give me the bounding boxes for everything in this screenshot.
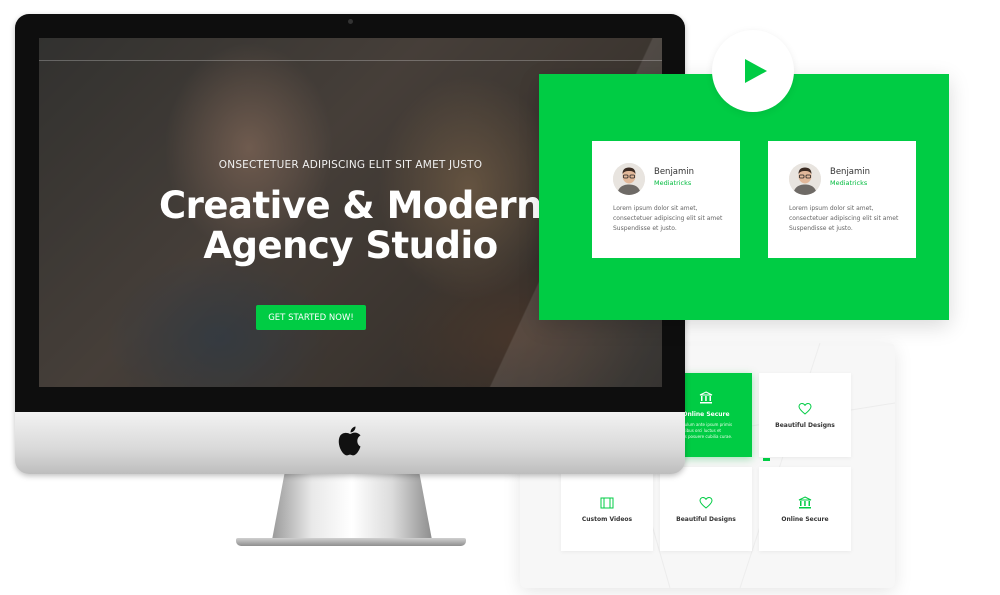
bank-icon — [699, 390, 713, 403]
imac-chin — [15, 412, 685, 474]
apple-logo-icon — [338, 426, 361, 456]
quote-line: Suspendisse et justo. — [613, 225, 677, 232]
feature-tile-beautiful-designs[interactable]: Beautiful Designs — [759, 373, 851, 457]
quote-line: Lorem ipsum dolor sit amet, — [789, 205, 874, 212]
avatar — [613, 163, 645, 195]
testimonial-card: Benjamin Mediatricks Lorem ipsum dolor s… — [592, 141, 740, 258]
quote-line: Suspendisse et justo. — [789, 225, 853, 232]
heart-icon — [699, 496, 713, 509]
feature-tile-online-secure-2[interactable]: Online Secure — [759, 467, 851, 551]
feature-tile-custom-videos[interactable]: Custom Videos — [561, 467, 653, 551]
feature-tile-label: Online Secure — [781, 515, 829, 523]
heart-icon — [798, 402, 812, 415]
avatar-photo — [613, 163, 645, 195]
imac-stand-foot — [236, 538, 466, 546]
avatar — [789, 163, 821, 195]
feature-tile-label: Beautiful Designs — [676, 515, 736, 523]
feature-tile-label: Custom Videos — [581, 515, 633, 523]
quote-line: consectetuer adipiscing elit sit amet — [789, 215, 899, 222]
imac-stand — [272, 472, 432, 540]
feature-tile-beautiful-designs-2[interactable]: Beautiful Designs — [660, 467, 752, 551]
quote-line: consectetuer adipiscing elit sit amet — [613, 215, 723, 222]
play-video-button[interactable] — [712, 30, 794, 112]
avatar-photo — [789, 163, 821, 195]
testimonial-name: Benjamin — [830, 167, 871, 177]
bank-icon — [798, 495, 812, 508]
testimonial-quote: Lorem ipsum dolor sit amet, consectetuer… — [613, 204, 728, 234]
testimonial-company: Mediatricks — [654, 179, 692, 187]
play-icon — [745, 59, 767, 83]
video-icon — [600, 497, 614, 508]
get-started-button[interactable]: GET STARTED NOW! — [256, 305, 366, 330]
testimonial-quote: Lorem ipsum dolor sit amet, consectetuer… — [789, 204, 904, 234]
testimonial-company: Mediatricks — [830, 179, 868, 187]
slider-indicator — [763, 458, 770, 461]
quote-line: Lorem ipsum dolor sit amet, — [613, 205, 698, 212]
feature-tile-label: Online Secure — [682, 410, 730, 418]
camera-dot — [348, 19, 353, 24]
feature-tile-label: Beautiful Designs — [775, 421, 835, 429]
testimonial-card: Benjamin Mediatricks Lorem ipsum dolor s… — [768, 141, 916, 258]
testimonial-name: Benjamin — [654, 167, 695, 177]
